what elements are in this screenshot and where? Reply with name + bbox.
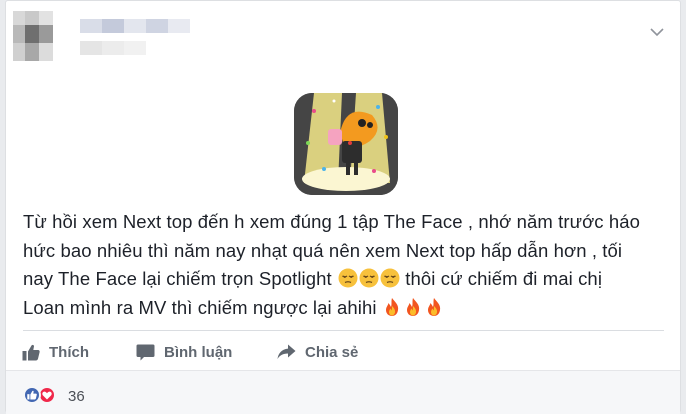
fire-emoji bbox=[403, 297, 423, 317]
post-action-bar: Thích Bình luận Chia sẻ bbox=[6, 335, 680, 369]
reaction-count[interactable]: 36 bbox=[68, 388, 85, 405]
like-reaction-icon[interactable] bbox=[23, 386, 41, 404]
unamused-face-emoji bbox=[359, 268, 379, 288]
post-header bbox=[6, 1, 680, 76]
author-name-blurred[interactable] bbox=[80, 19, 200, 59]
post-card: Từ hồi xem Next top đến h xem đúng 1 tập… bbox=[5, 0, 681, 414]
post-text-line: nay The Face lại chiếm trọn Spotlight th… bbox=[23, 268, 603, 289]
comment-button[interactable]: Bình luận bbox=[136, 335, 232, 369]
unamused-face-emoji bbox=[338, 268, 358, 288]
chevron-down-icon[interactable] bbox=[648, 23, 666, 41]
thumbs-up-icon bbox=[22, 344, 40, 360]
share-button[interactable]: Chia sẻ bbox=[277, 335, 358, 369]
like-button[interactable]: Thích bbox=[22, 335, 89, 369]
post-text-line: Từ hồi xem Next top đến h xem đúng 1 tập… bbox=[23, 211, 641, 232]
post-text-line: hức bao nhiêu thì năm nay nhạt quá nên x… bbox=[23, 239, 623, 261]
reactions-footer: 36 bbox=[6, 370, 680, 414]
spotlight-sticker-image bbox=[294, 93, 398, 195]
fire-emoji bbox=[424, 297, 444, 317]
fire-emoji bbox=[382, 297, 402, 317]
share-arrow-icon bbox=[277, 344, 296, 359]
unamused-face-emoji bbox=[380, 268, 400, 288]
share-label: Chia sẻ bbox=[305, 343, 359, 361]
post-text-line: Loan mình ra MV thì chiếm ngược lại ahih… bbox=[23, 294, 663, 323]
author-avatar-blurred[interactable] bbox=[13, 11, 53, 61]
speech-bubble-icon bbox=[136, 344, 155, 360]
like-label: Thích bbox=[49, 343, 89, 361]
post-text: Từ hồi xem Next top đến h xem đúng 1 tập… bbox=[23, 208, 663, 322]
actions-divider bbox=[23, 330, 664, 331]
comment-label: Bình luận bbox=[164, 343, 233, 361]
